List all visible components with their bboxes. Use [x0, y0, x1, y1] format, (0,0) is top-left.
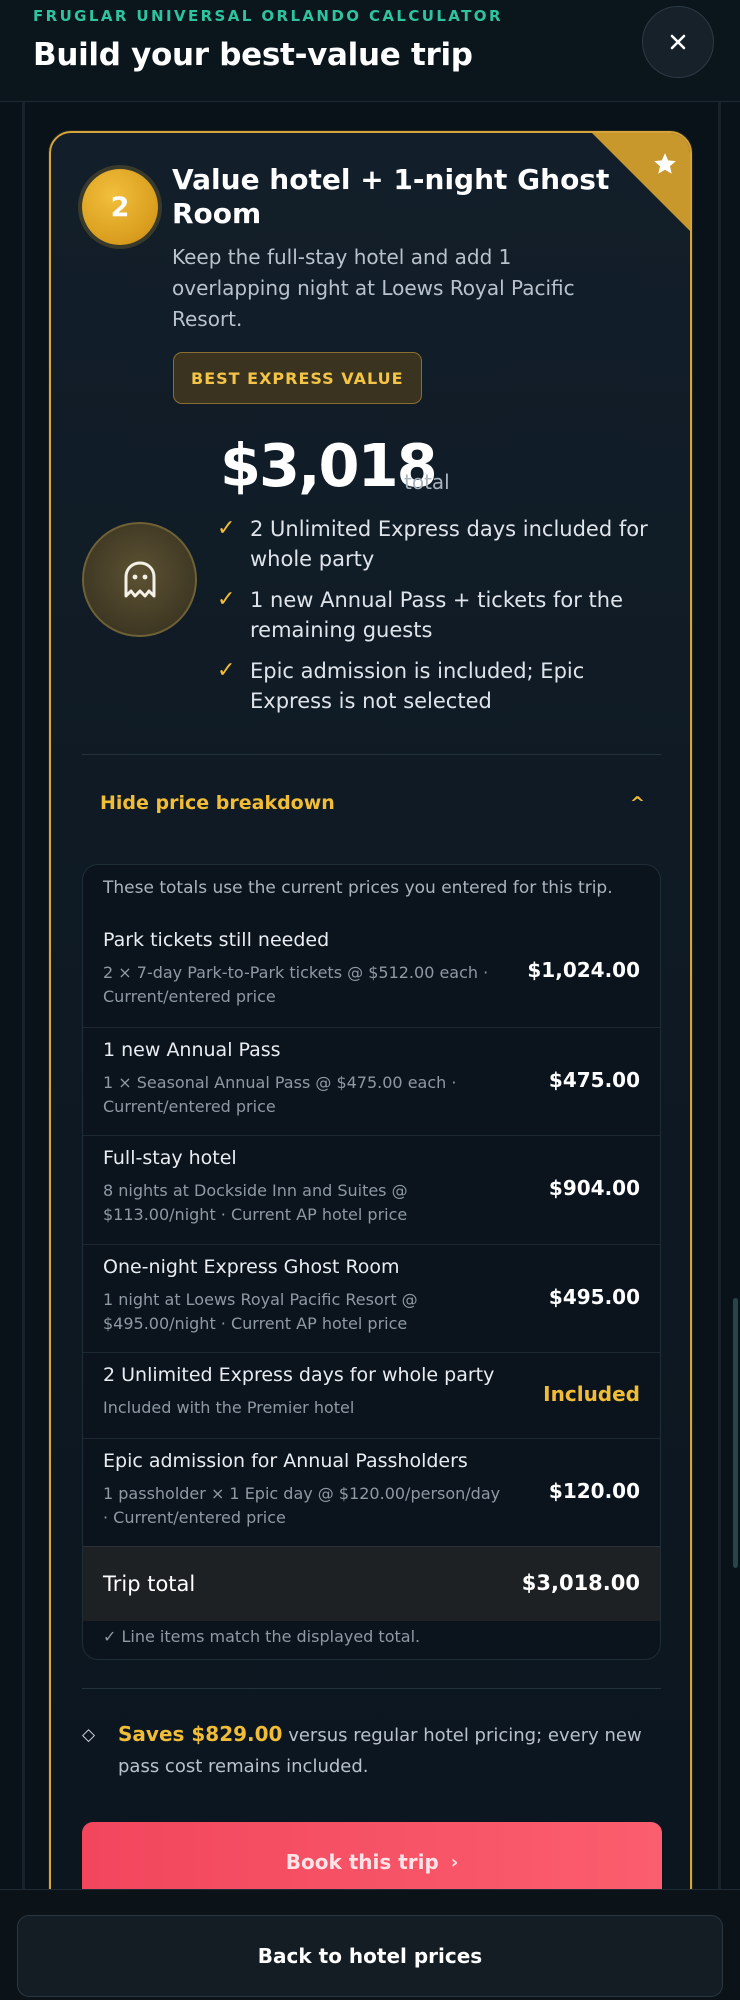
highlight-text: 1 new Annual Pass + tickets for the rema… — [250, 588, 624, 642]
check-icon: ✓ — [217, 658, 236, 683]
divider — [82, 754, 661, 755]
line-item-title: 2 Unlimited Express days for whole party — [103, 1364, 495, 1386]
rail-left — [22, 102, 25, 1889]
option-card: 2 Value hotel + 1-night Ghost Room Keep … — [49, 131, 692, 1889]
total-price-suffix: total — [404, 470, 450, 494]
breakdown-note: These totals use the current prices you … — [103, 878, 613, 898]
close-button[interactable] — [642, 6, 714, 78]
ghost-medal — [82, 522, 197, 637]
page-title: Build your best-value trip — [33, 37, 473, 73]
footer: Back to hotel prices — [0, 1889, 740, 2000]
line-item-detail: 1 night at Loews Royal Pacific Resort @ … — [103, 1290, 418, 1333]
line-item-title: Full-stay hotel — [103, 1147, 237, 1169]
scroll-area[interactable]: 2 Value hotel + 1-night Ghost Room Keep … — [0, 102, 740, 1889]
line-item-detail: 1 × Seasonal Annual Pass @ $475.00 each … — [103, 1073, 457, 1116]
highlight-text: 2 Unlimited Express days included for wh… — [250, 517, 648, 571]
line-item-detail: 1 passholder × 1 Epic day @ $120.00/pers… — [103, 1484, 501, 1527]
app-eyebrow: FRUGLAR UNIVERSAL ORLANDO CALCULATOR — [33, 7, 503, 25]
rail-right — [718, 102, 721, 1889]
line-item-amount: $495.00 — [548, 1285, 640, 1309]
diamond-icon: ◇ — [82, 1725, 96, 1745]
back-button-label: Back to hotel prices — [257, 1944, 483, 1968]
back-to-hotel-prices-button[interactable]: Back to hotel prices — [17, 1915, 723, 1997]
line-item-title: Park tickets still needed — [103, 929, 330, 951]
savings-amount: Saves $829.00 — [118, 1722, 283, 1746]
breakdown-toggle[interactable]: Hide price breakdown ^ — [82, 781, 661, 825]
line-item-detail: 2 × 7-day Park-to-Park tickets @ $512.00… — [103, 963, 489, 1006]
divider — [82, 1688, 661, 1689]
chevron-up-icon: ^ — [629, 792, 645, 814]
line-item-amount: $904.00 — [548, 1176, 640, 1200]
savings-note: ◇ Saves $829.00 versus regular hotel pri… — [82, 1719, 662, 1782]
savings-text: Saves $829.00 versus regular hotel prici… — [82, 1719, 662, 1782]
line-item-detail: 8 nights at Dockside Inn and Suites @ $1… — [103, 1181, 408, 1224]
line-item-amount: Included — [543, 1382, 640, 1406]
breakdown-toggle-label: Hide price breakdown — [100, 792, 335, 814]
option-title: Value hotel + 1-night Ghost Room — [172, 163, 610, 230]
ghost-icon — [124, 561, 155, 597]
scrollbar-thumb[interactable] — [733, 1298, 738, 1568]
check-icon: ✓ — [217, 516, 236, 541]
highlight-item: ✓ Epic admission is included; Epic Expre… — [217, 656, 657, 716]
close-icon — [670, 34, 686, 50]
line-item-amount: $1,024.00 — [527, 958, 640, 982]
line-item-detail: Included with the Premier hotel — [103, 1398, 355, 1417]
line-item-title: 1 new Annual Pass — [103, 1039, 281, 1061]
trip-total-label: Trip total — [103, 1572, 196, 1596]
star-icon — [654, 153, 676, 174]
best-value-badge: BEST EXPRESS VALUE — [173, 352, 422, 404]
line-item-title: Epic admission for Annual Passholders — [103, 1450, 468, 1472]
line-item: Park tickets still needed 2 × 7-day Park… — [83, 918, 660, 1027]
line-item-title: One-night Express Ghost Room — [103, 1256, 400, 1278]
line-item-amount: $475.00 — [548, 1068, 640, 1092]
highlights-list: ✓ 2 Unlimited Express days included for … — [217, 514, 657, 727]
highlight-text: Epic admission is included; Epic Express… — [250, 659, 585, 713]
book-trip-label: Book this trip — [285, 1850, 439, 1874]
highlight-item: ✓ 2 Unlimited Express days included for … — [217, 514, 657, 574]
line-item: 1 new Annual Pass 1 × Seasonal Annual Pa… — [83, 1027, 660, 1135]
line-item: Full-stay hotel 8 nights at Dockside Inn… — [83, 1135, 660, 1244]
trip-total-row: Trip total $3,018.00 — [83, 1546, 660, 1621]
header: FRUGLAR UNIVERSAL ORLANDO CALCULATOR Bui… — [0, 0, 740, 102]
option-description: Keep the full-stay hotel and add 1 overl… — [172, 245, 575, 331]
step-number-badge: 2 — [82, 169, 158, 245]
book-trip-button[interactable]: Book this trip › — [82, 1822, 662, 1889]
match-note: ✓ Line items match the displayed total. — [103, 1627, 421, 1646]
line-item-amount: $120.00 — [548, 1479, 640, 1503]
highlight-item: ✓ 1 new Annual Pass + tickets for the re… — [217, 585, 657, 645]
trip-total-amount: $3,018.00 — [521, 1571, 640, 1595]
price-breakdown: These totals use the current prices you … — [82, 864, 661, 1660]
line-item: 2 Unlimited Express days for whole party… — [83, 1352, 660, 1438]
check-icon: ✓ — [217, 587, 236, 612]
chevron-right-icon: › — [450, 1851, 459, 1873]
line-item: One-night Express Ghost Room 1 night at … — [83, 1244, 660, 1352]
line-item: Epic admission for Annual Passholders 1 … — [83, 1438, 660, 1546]
